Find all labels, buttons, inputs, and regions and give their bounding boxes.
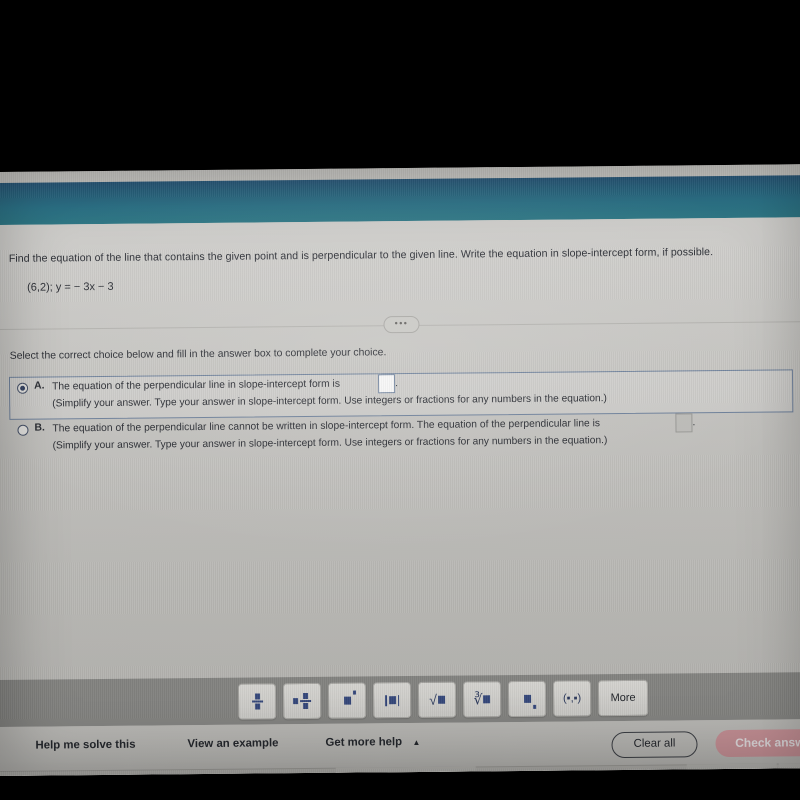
help-me-solve-link[interactable]: Help me solve this xyxy=(35,739,135,752)
nav-separator-1 xyxy=(475,771,478,776)
nth-root-icon: ∛ xyxy=(474,691,491,708)
choice-a-period: . xyxy=(394,378,398,390)
radio-choice-b[interactable] xyxy=(17,424,29,436)
nth-root-icon-button[interactable]: ∛ xyxy=(462,681,502,718)
subscript-icon xyxy=(523,692,536,709)
chevron-up-icon[interactable]: ▲ xyxy=(412,738,420,747)
ordered-pair-icon-button[interactable]: (▪,▪) xyxy=(552,680,592,717)
choice-b-letter: B. xyxy=(34,422,45,434)
square-root-icon-button[interactable]: √ xyxy=(417,681,457,718)
radio-choice-a[interactable] xyxy=(17,382,29,394)
choice-b-period: . xyxy=(692,417,696,429)
ordered-pair-icon: (▪,▪) xyxy=(562,692,582,705)
clear-all-button[interactable]: Clear all xyxy=(611,731,698,759)
screen-area: Find the equation of the line that conta… xyxy=(0,164,800,776)
absolute-value-icon xyxy=(385,694,400,706)
check-answer-button[interactable]: Check answer xyxy=(715,728,800,758)
view-an-example-link[interactable]: View an example xyxy=(187,737,278,750)
nav-separator-2 xyxy=(685,769,688,776)
choice-b-text: The equation of the perpendicular line c… xyxy=(52,418,601,435)
choice-a-letter: A. xyxy=(34,380,45,392)
subscript-icon-button[interactable] xyxy=(507,680,547,718)
select-choice-instruction: Select the correct choice below and fill… xyxy=(9,347,387,362)
get-more-help-link[interactable]: Get more help xyxy=(325,736,402,749)
review-progress-panel[interactable] xyxy=(335,766,477,776)
question-prompt: Find the equation of the line that conta… xyxy=(8,246,714,265)
exponent-icon-button[interactable] xyxy=(327,682,367,719)
fraction-icon xyxy=(251,693,263,710)
exercise-page: Find the equation of the line that conta… xyxy=(0,217,800,776)
question-given-values: (6,2); y = − 3x − 3 xyxy=(27,280,114,294)
fraction-icon-button[interactable] xyxy=(237,683,277,720)
answer-input-a[interactable] xyxy=(377,374,396,394)
photo-frame: Find the equation of the line that conta… xyxy=(0,0,800,800)
math-palette-buttons: √ ∛ (▪,▪) More xyxy=(237,679,649,720)
answer-input-b[interactable] xyxy=(675,413,693,433)
mixed-number-icon-button[interactable] xyxy=(282,682,322,720)
nav-separator-3 xyxy=(777,768,780,776)
back-panel[interactable] xyxy=(686,763,778,776)
square-root-icon: √ xyxy=(429,692,445,708)
mixed-number-icon xyxy=(293,693,312,709)
absolute-value-icon-button[interactable] xyxy=(372,682,412,719)
exponent-icon xyxy=(343,690,356,708)
section-divider: ••• xyxy=(0,312,800,338)
expand-dots-button[interactable]: ••• xyxy=(383,315,420,334)
next-panel[interactable] xyxy=(778,763,800,776)
choice-b-hint: (Simplify your answer. Type your answer … xyxy=(52,435,608,452)
more-palette-button[interactable]: More xyxy=(597,679,649,717)
